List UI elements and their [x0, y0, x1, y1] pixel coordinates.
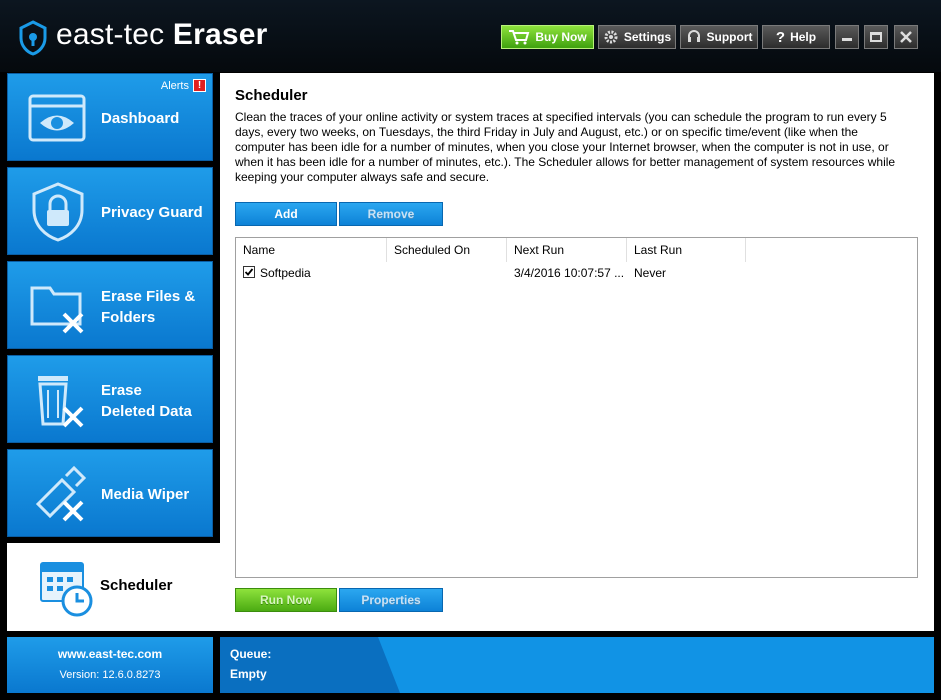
scheduler-panel: Scheduler Clean the traces of your onlin…	[220, 73, 934, 631]
minimize-icon	[842, 37, 852, 41]
sidebar-item-media-wiper[interactable]: Media Wiper	[7, 449, 213, 537]
app-title: east-tec Eraser	[56, 18, 267, 52]
sidebar-item-erase-deleted-data[interactable]: Erase Deleted Data	[7, 355, 213, 443]
run-now-button[interactable]: Run Now	[235, 588, 337, 612]
close-button[interactable]	[894, 25, 918, 49]
buy-now-button[interactable]: Buy Now	[501, 25, 594, 49]
add-button[interactable]: Add	[235, 202, 337, 226]
dashboard-eye-icon	[28, 94, 86, 142]
alert-badge: !	[193, 79, 206, 92]
version-text: Version: 12.6.0.8273	[59, 669, 161, 681]
column-header-last-run[interactable]: Last Run	[627, 238, 746, 262]
remove-label: Remove	[367, 207, 415, 221]
help-button[interactable]: ? Help	[762, 25, 830, 49]
queue-tab	[220, 637, 400, 693]
shield-logo-icon	[19, 20, 47, 56]
gear-icon	[604, 30, 618, 44]
lock-shield-icon	[32, 182, 84, 242]
website-link[interactable]: www.east-tec.com	[7, 647, 213, 661]
sidebar-item-label: Media Wiper	[101, 486, 190, 503]
label-line2: Folders	[101, 309, 156, 326]
headset-icon	[687, 30, 700, 42]
label-line2: Deleted Data	[101, 403, 192, 420]
table-header: Name Scheduled On Next Run Last Run	[236, 238, 746, 262]
sidebar-item-label: Privacy Guard	[101, 204, 203, 221]
minimize-button[interactable]	[835, 25, 859, 49]
title-bar: east-tec Eraser Buy Now Settings Support…	[0, 0, 941, 72]
label-line1: Erase Files &	[101, 288, 196, 305]
cart-icon	[509, 30, 530, 45]
usb-drive-icon	[35, 465, 87, 522]
column-header-scheduled-on[interactable]: Scheduled On	[387, 238, 507, 262]
properties-button[interactable]: Properties	[339, 588, 443, 612]
settings-button[interactable]: Settings	[598, 25, 676, 49]
question-icon: ?	[775, 28, 786, 46]
app-title-light: east-tec	[56, 18, 173, 51]
schedule-table: Name Scheduled On Next Run Last Run Soft…	[235, 237, 918, 578]
maximize-icon	[870, 32, 882, 42]
sidebar-item-label: Erase Files & Folders	[101, 286, 195, 328]
sidebar-item-privacy-guard[interactable]: Privacy Guard	[7, 167, 213, 255]
cell-last-run: Never	[634, 266, 667, 280]
alerts-indicator[interactable]: Alerts !	[161, 79, 206, 92]
sidebar-item-label: Scheduler	[100, 577, 173, 594]
settings-label: Settings	[623, 30, 672, 44]
sidebar-item-label: Dashboard	[101, 110, 180, 127]
cell-name: Softpedia	[260, 266, 311, 280]
queue-label: Queue:	[230, 647, 272, 661]
add-label: Add	[274, 207, 298, 221]
queue-value: Empty	[230, 667, 267, 681]
page-description: Clean the traces of your online activity…	[235, 110, 896, 184]
run-now-label: Run Now	[260, 593, 312, 607]
checkmark-icon	[244, 268, 254, 276]
row-checkbox[interactable]	[243, 266, 255, 278]
buy-now-label: Buy Now	[535, 30, 587, 44]
label-line1: Erase	[101, 382, 142, 399]
support-button[interactable]: Support	[680, 25, 758, 49]
folder-erase-icon	[30, 286, 84, 334]
remove-button[interactable]: Remove	[339, 202, 443, 226]
sidebar-item-scheduler[interactable]: Scheduler	[7, 543, 220, 631]
sidebar-item-erase-files-folders[interactable]: Erase Files & Folders	[7, 261, 213, 349]
properties-label: Properties	[361, 593, 421, 607]
footer-info: www.east-tec.com Version: 12.6.0.8273	[7, 637, 213, 693]
calendar-clock-icon	[40, 562, 93, 617]
sidebar-item-dashboard[interactable]: Dashboard Alerts !	[7, 73, 213, 161]
app-title-bold: Eraser	[172, 18, 268, 51]
column-header-name[interactable]: Name	[236, 238, 387, 262]
trash-erase-icon	[38, 376, 84, 428]
maximize-button[interactable]	[864, 25, 888, 49]
sidebar-item-label: Erase Deleted Data	[101, 380, 192, 422]
page-title: Scheduler	[235, 87, 308, 104]
close-icon	[900, 31, 912, 43]
queue-bar: Queue: Empty	[220, 637, 934, 693]
support-label: Support	[706, 30, 753, 44]
cell-next-run: 3/4/2016 10:07:57 ...	[514, 266, 625, 280]
help-label: Help	[790, 30, 817, 44]
table-row[interactable]: Softpedia 3/4/2016 10:07:57 ... Never	[236, 262, 917, 284]
alerts-label: Alerts	[160, 79, 189, 92]
column-header-next-run[interactable]: Next Run	[507, 238, 627, 262]
